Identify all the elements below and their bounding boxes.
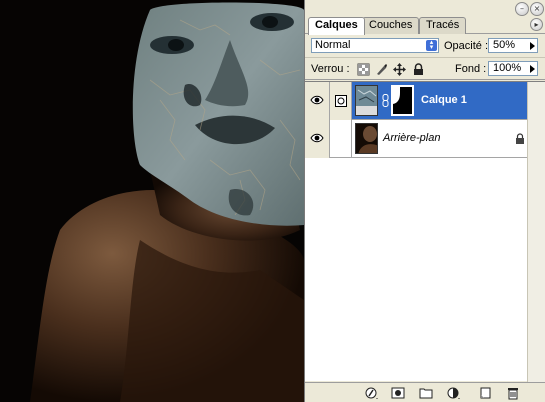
adjustment-layer-icon[interactable] bbox=[447, 386, 461, 400]
layers-palette: Calques Couches Tracés – × ▸ Normal ▴ ▾ O… bbox=[304, 0, 545, 402]
opacity-label: Opacité : bbox=[444, 40, 489, 52]
document-canvas[interactable] bbox=[0, 0, 304, 402]
close-icon[interactable]: × bbox=[530, 2, 544, 16]
visibility-toggle[interactable] bbox=[305, 82, 330, 120]
visibility-toggle[interactable] bbox=[305, 120, 330, 158]
blend-mode-value: Normal bbox=[315, 39, 351, 51]
layer-row-calque-1[interactable]: Calque 1 bbox=[305, 82, 527, 120]
blend-mode-select[interactable]: Normal ▴ ▾ bbox=[311, 38, 439, 53]
lock-pixels-brush-icon[interactable] bbox=[375, 63, 388, 76]
opacity-field[interactable]: 50% bbox=[488, 38, 538, 53]
add-layer-style-icon[interactable] bbox=[365, 386, 379, 400]
fill-field[interactable]: 100% bbox=[488, 61, 538, 76]
canvas-image bbox=[0, 0, 304, 402]
palette-tabs: Calques Couches Tracés – × ▸ bbox=[305, 0, 545, 35]
tab-couches[interactable]: Couches bbox=[362, 17, 420, 34]
tab-traces[interactable]: Tracés bbox=[419, 17, 467, 34]
layers-list: Calque 1 Arrière-plan bbox=[305, 81, 545, 382]
layer-lock-icon bbox=[516, 133, 524, 144]
new-layer-icon[interactable] bbox=[478, 386, 492, 400]
lock-row: Verrou : Fond : 100% bbox=[305, 58, 545, 80]
layer-name[interactable]: Arrière-plan bbox=[383, 132, 440, 145]
new-group-icon[interactable] bbox=[419, 386, 433, 400]
tab-calques[interactable]: Calques bbox=[308, 17, 365, 35]
layer-row-arriere-plan[interactable]: Arrière-plan bbox=[305, 120, 527, 158]
blend-options-row: Normal ▴ ▾ Opacité : 50% bbox=[305, 34, 545, 58]
eye-icon bbox=[310, 133, 324, 143]
chevron-updown-icon: ▴ ▾ bbox=[426, 39, 437, 51]
chain-link-icon[interactable] bbox=[382, 94, 389, 107]
layers-bottom-toolbar bbox=[305, 382, 545, 402]
layer-thumbnail[interactable] bbox=[355, 123, 378, 154]
layer-brush-indicator[interactable] bbox=[330, 82, 352, 120]
lock-transparency-icon[interactable] bbox=[357, 63, 370, 76]
fill-label: Fond : bbox=[455, 63, 487, 75]
layer-link-cell[interactable] bbox=[330, 120, 352, 158]
layer-mask-thumbnail[interactable] bbox=[391, 85, 414, 116]
palette-menu-icon[interactable]: ▸ bbox=[530, 18, 543, 31]
fill-value: 100% bbox=[493, 62, 522, 74]
minimize-icon[interactable]: – bbox=[515, 2, 529, 16]
eye-icon bbox=[310, 95, 324, 105]
layer-name[interactable]: Calque 1 bbox=[421, 94, 467, 107]
layer-thumbnail[interactable] bbox=[355, 85, 378, 116]
add-mask-icon[interactable] bbox=[391, 386, 405, 400]
lock-all-icon[interactable] bbox=[412, 63, 425, 76]
opacity-value: 50% bbox=[493, 39, 516, 51]
trash-icon[interactable] bbox=[506, 386, 520, 400]
opacity-slider-arrow-icon[interactable] bbox=[530, 42, 535, 50]
layer-mask-indicator-icon bbox=[335, 95, 347, 107]
lock-label: Verrou : bbox=[311, 63, 350, 75]
lock-position-move-icon[interactable] bbox=[393, 63, 406, 76]
fill-slider-arrow-icon[interactable] bbox=[530, 65, 535, 73]
layers-scrollbar[interactable] bbox=[527, 82, 545, 382]
